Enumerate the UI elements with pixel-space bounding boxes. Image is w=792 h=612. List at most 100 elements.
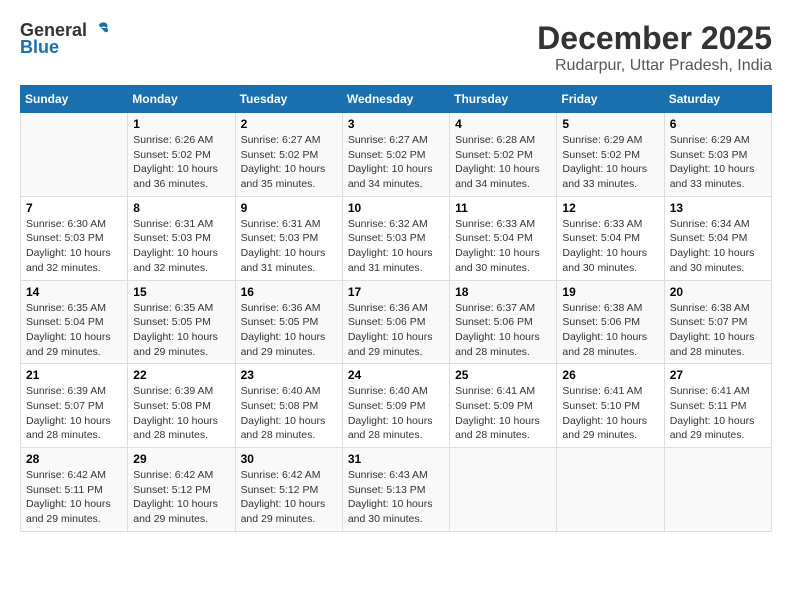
logo: General Blue [20,20,111,58]
logo-blue-text: Blue [20,37,59,58]
header-wednesday: Wednesday [342,86,449,113]
calendar-cell: 17 Sunrise: 6:36 AM Sunset: 5:06 PM Dayli… [342,280,449,364]
day-number: 17 [348,285,444,299]
calendar-cell: 24Sunrise: 6:40 AM Sunset: 5:09 PM Dayli… [342,364,449,448]
calendar-cell: 20Sunrise: 6:38 AM Sunset: 5:07 PM Dayli… [664,280,771,364]
header-sunday: Sunday [21,86,128,113]
header-friday: Friday [557,86,664,113]
day-info: Sunrise: 6:38 AM Sunset: 5:07 PM Dayligh… [670,301,766,360]
day-info: Sunrise: 6:33 AM Sunset: 5:04 PM Dayligh… [562,217,658,276]
day-number: 29 [133,452,229,466]
day-info: Sunrise: 6:33 AM Sunset: 5:04 PM Dayligh… [455,217,551,276]
day-info: Sunrise: 6:31 AM Sunset: 5:03 PM Dayligh… [241,217,337,276]
day-info: Sunrise: 6:37 AM Sunset: 5:06 PM Dayligh… [455,301,551,360]
day-number: 27 [670,368,766,382]
day-info: Sunrise: 6:42 AM Sunset: 5:12 PM Dayligh… [241,468,337,527]
calendar-cell: 26Sunrise: 6:41 AM Sunset: 5:10 PM Dayli… [557,364,664,448]
day-number: 16 [241,285,337,299]
calendar-cell: 10 Sunrise: 6:32 AM Sunset: 5:03 PM Dayli… [342,196,449,280]
day-info: Sunrise: 6:29 AM Sunset: 5:02 PM Dayligh… [562,133,658,192]
calendar-cell: 16 Sunrise: 6:36 AM Sunset: 5:05 PM Dayli… [235,280,342,364]
day-info: Sunrise: 6:41 AM Sunset: 5:10 PM Dayligh… [562,384,658,443]
day-info: Sunrise: 6:38 AM Sunset: 5:06 PM Dayligh… [562,301,658,360]
day-number: 8 [133,201,229,215]
day-info: Sunrise: 6:30 AM Sunset: 5:03 PM Dayligh… [26,217,122,276]
day-number: 14 [26,285,122,299]
location-title: Rudarpur, Uttar Pradesh, India [537,57,772,75]
calendar-cell: 5 Sunrise: 6:29 AM Sunset: 5:02 PM Daylig… [557,113,664,197]
day-number: 30 [241,452,337,466]
calendar-cell: 1Sunrise: 6:26 AM Sunset: 5:02 PM Daylig… [128,113,235,197]
header-saturday: Saturday [664,86,771,113]
calendar-cell: 2 Sunrise: 6:27 AM Sunset: 5:02 PM Daylig… [235,113,342,197]
day-number: 5 [562,117,658,131]
page-header: General Blue December 2025 Rudarpur, Utt… [20,20,772,75]
calendar-cell: 19 Sunrise: 6:38 AM Sunset: 5:06 PM Dayli… [557,280,664,364]
calendar-cell: 31 Sunrise: 6:43 AM Sunset: 5:13 PM Dayli… [342,448,449,532]
day-info: Sunrise: 6:27 AM Sunset: 5:02 PM Dayligh… [241,133,337,192]
calendar-cell: 6 Sunrise: 6:29 AM Sunset: 5:03 PM Daylig… [664,113,771,197]
day-info: Sunrise: 6:41 AM Sunset: 5:11 PM Dayligh… [670,384,766,443]
calendar-cell: 29Sunrise: 6:42 AM Sunset: 5:12 PM Dayli… [128,448,235,532]
day-info: Sunrise: 6:31 AM Sunset: 5:03 PM Dayligh… [133,217,229,276]
calendar-cell: 21Sunrise: 6:39 AM Sunset: 5:07 PM Dayli… [21,364,128,448]
calendar-cell [664,448,771,532]
day-info: Sunrise: 6:36 AM Sunset: 5:05 PM Dayligh… [241,301,337,360]
day-number: 3 [348,117,444,131]
day-number: 2 [241,117,337,131]
day-number: 15 [133,285,229,299]
header-thursday: Thursday [450,86,557,113]
calendar-cell: 13 Sunrise: 6:34 AM Sunset: 5:04 PM Dayli… [664,196,771,280]
day-info: Sunrise: 6:34 AM Sunset: 5:04 PM Dayligh… [670,217,766,276]
day-number: 6 [670,117,766,131]
day-number: 25 [455,368,551,382]
title-area: December 2025 Rudarpur, Uttar Pradesh, I… [537,20,772,75]
day-number: 21 [26,368,122,382]
day-number: 10 [348,201,444,215]
day-number: 31 [348,452,444,466]
day-info: Sunrise: 6:27 AM Sunset: 5:02 PM Dayligh… [348,133,444,192]
day-info: Sunrise: 6:29 AM Sunset: 5:03 PM Dayligh… [670,133,766,192]
day-number: 7 [26,201,122,215]
header-tuesday: Tuesday [235,86,342,113]
calendar-cell: 30 Sunrise: 6:42 AM Sunset: 5:12 PM Dayli… [235,448,342,532]
logo-bird-icon [89,19,111,41]
calendar-cell: 4Sunrise: 6:28 AM Sunset: 5:02 PM Daylig… [450,113,557,197]
header-monday: Monday [128,86,235,113]
week-row-4: 21Sunrise: 6:39 AM Sunset: 5:07 PM Dayli… [21,364,772,448]
calendar-cell [450,448,557,532]
calendar-cell: 28 Sunrise: 6:42 AM Sunset: 5:11 PM Dayli… [21,448,128,532]
day-info: Sunrise: 6:43 AM Sunset: 5:13 PM Dayligh… [348,468,444,527]
calendar-header-row: SundayMondayTuesdayWednesdayThursdayFrid… [21,86,772,113]
day-info: Sunrise: 6:35 AM Sunset: 5:04 PM Dayligh… [26,301,122,360]
calendar-cell: 27 Sunrise: 6:41 AM Sunset: 5:11 PM Dayli… [664,364,771,448]
day-info: Sunrise: 6:36 AM Sunset: 5:06 PM Dayligh… [348,301,444,360]
calendar-cell [557,448,664,532]
day-info: Sunrise: 6:42 AM Sunset: 5:11 PM Dayligh… [26,468,122,527]
day-info: Sunrise: 6:32 AM Sunset: 5:03 PM Dayligh… [348,217,444,276]
calendar-cell: 11Sunrise: 6:33 AM Sunset: 5:04 PM Dayli… [450,196,557,280]
day-info: Sunrise: 6:40 AM Sunset: 5:09 PM Dayligh… [348,384,444,443]
week-row-5: 28 Sunrise: 6:42 AM Sunset: 5:11 PM Dayli… [21,448,772,532]
calendar-cell: 22Sunrise: 6:39 AM Sunset: 5:08 PM Dayli… [128,364,235,448]
day-number: 4 [455,117,551,131]
calendar-cell [21,113,128,197]
calendar-table: SundayMondayTuesdayWednesdayThursdayFrid… [20,85,772,532]
day-info: Sunrise: 6:40 AM Sunset: 5:08 PM Dayligh… [241,384,337,443]
day-number: 9 [241,201,337,215]
calendar-cell: 25 Sunrise: 6:41 AM Sunset: 5:09 PM Dayli… [450,364,557,448]
day-number: 18 [455,285,551,299]
day-info: Sunrise: 6:39 AM Sunset: 5:08 PM Dayligh… [133,384,229,443]
day-info: Sunrise: 6:26 AM Sunset: 5:02 PM Dayligh… [133,133,229,192]
day-number: 23 [241,368,337,382]
day-number: 19 [562,285,658,299]
day-number: 13 [670,201,766,215]
calendar-cell: 8 Sunrise: 6:31 AM Sunset: 5:03 PM Daylig… [128,196,235,280]
day-info: Sunrise: 6:41 AM Sunset: 5:09 PM Dayligh… [455,384,551,443]
calendar-cell: 14 Sunrise: 6:35 AM Sunset: 5:04 PM Dayli… [21,280,128,364]
calendar-cell: 18 Sunrise: 6:37 AM Sunset: 5:06 PM Dayli… [450,280,557,364]
day-number: 28 [26,452,122,466]
week-row-3: 14 Sunrise: 6:35 AM Sunset: 5:04 PM Dayli… [21,280,772,364]
calendar-cell: 7 Sunrise: 6:30 AM Sunset: 5:03 PM Daylig… [21,196,128,280]
week-row-2: 7 Sunrise: 6:30 AM Sunset: 5:03 PM Daylig… [21,196,772,280]
